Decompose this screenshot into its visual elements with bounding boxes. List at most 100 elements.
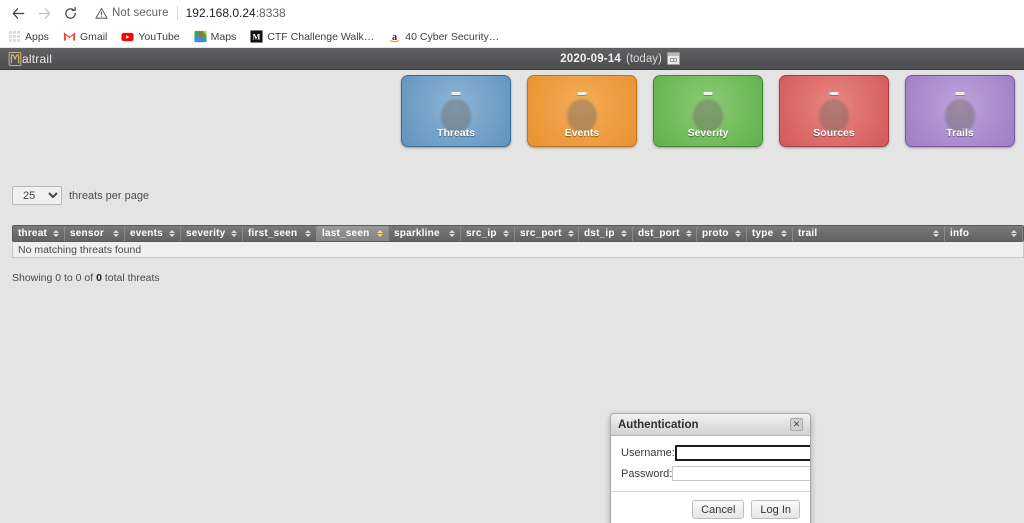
sort-arrows-icon[interactable] [1011,230,1017,237]
maltrail-page: Threats Events Severity Sources Trails 1… [0,70,1024,523]
column-header-threat[interactable]: threat [13,226,65,241]
reload-icon[interactable] [58,1,82,25]
sort-arrows-icon[interactable] [503,230,509,237]
sort-arrows-icon[interactable] [377,230,383,237]
threats-table-empty-row: No matching threats found [12,242,1024,258]
sort-arrows-icon[interactable] [685,230,692,237]
medium-m-glyph: M [250,30,263,43]
panel-label: Threats [437,127,475,139]
password-row: Password: [621,466,810,481]
bookmark-apps[interactable]: Apps [8,30,49,43]
column-header-src-port[interactable]: src_port [515,226,579,241]
bookmark-maps[interactable]: Maps [194,30,237,43]
column-header-type[interactable]: type [747,226,793,241]
panel-dash-icon [829,92,839,95]
gmail-envelope-glyph [63,32,76,41]
threats-table: threat sensor events severity first_seen last… [12,225,1024,284]
column-header-trail[interactable]: trail [793,226,945,241]
bookmark-label: Maps [210,30,237,43]
panel-severity[interactable]: Severity [653,75,763,147]
sort-arrows-icon[interactable] [933,230,939,237]
panel-sources[interactable]: Sources [779,75,889,147]
panel-dash-icon [703,92,713,95]
column-header-severity[interactable]: severity [181,226,243,241]
column-header-label: threat [18,228,47,239]
username-label: Username: [621,447,675,459]
column-header-label: proto [702,228,729,239]
panel-dash-icon [955,92,965,95]
bookmark-label: Apps [25,30,49,43]
maltrail-logo[interactable]: altrail [8,51,52,67]
sort-arrows-icon[interactable] [53,230,59,237]
dialog-body: Username: Password: [611,436,810,492]
amazon-icon: a [388,30,401,43]
per-page-control: 102550100 threats per page [12,186,149,205]
column-header-label: src_ip [466,228,497,239]
column-header-src-ip[interactable]: src_ip [461,226,515,241]
cancel-button[interactable]: Cancel [692,500,745,519]
column-header-proto[interactable]: proto [697,226,747,241]
apps-grid-icon [8,30,21,43]
url-port: :8338 [255,6,286,20]
column-header-last-seen[interactable]: last_seen [317,226,389,241]
column-header-label: dst_ip [584,228,615,239]
bookmark-gmail[interactable]: Gmail [63,30,107,43]
back-icon[interactable] [6,1,30,25]
dialog-title: Authentication [618,418,699,431]
sort-arrows-icon[interactable] [735,230,741,237]
per-page-select[interactable]: 102550100 [12,186,62,205]
column-header-label: first_seen [248,228,298,239]
sort-arrows-icon[interactable] [169,230,175,237]
column-header-dst-port[interactable]: dst_port [633,226,697,241]
column-header-events[interactable]: events [125,226,181,241]
sort-arrows-icon[interactable] [449,230,455,237]
sort-arrows-icon[interactable] [231,230,238,237]
password-input[interactable] [672,466,810,481]
sort-arrows-icon[interactable] [567,230,574,237]
sort-arrows-icon[interactable] [113,230,119,237]
column-header-info[interactable]: info [945,226,1023,241]
bookmark-label: YouTube [138,30,180,43]
bookmarks-bar: Apps Gmail YouTube Maps M CTF Challenge … [0,26,1024,48]
maps-icon [194,30,207,43]
panel-events[interactable]: Events [527,75,637,147]
sort-arrows-icon[interactable] [621,230,627,237]
column-header-label: severity [186,228,226,239]
panel-label: Trails [946,127,974,139]
panel-label: Sources [813,127,855,139]
empty-message: No matching threats found [18,243,142,256]
address-bar[interactable]: Not secure 192.168.0.24:8338 [90,2,1018,24]
calendar-icon[interactable] [666,52,680,65]
amazon-a-glyph: a [390,32,400,43]
column-header-label: sparkline [394,228,440,239]
bookmark-youtube[interactable]: YouTube [121,30,180,43]
medium-icon: M [250,30,263,43]
column-header-label: src_port [520,228,562,239]
header-date-today-label: (today) [626,52,662,65]
sort-arrows-icon[interactable] [781,230,787,237]
column-header-label: dst_port [638,228,680,239]
column-header-label: trail [798,228,818,239]
omnibox-divider [176,6,178,20]
column-header-sparkline[interactable]: sparkline [389,226,461,241]
bookmark-ctf-challenge-walkthrough[interactable]: M CTF Challenge Walk… [250,30,374,43]
column-header-label: last_seen [322,228,370,239]
login-button[interactable]: Log In [751,500,800,519]
threats-table-info: Showing 0 to 0 of 0 total threats [12,272,1024,284]
forward-icon[interactable] [32,1,56,25]
username-input[interactable] [674,445,810,461]
panel-label: Severity [687,127,729,139]
close-icon[interactable]: ✕ [790,418,803,431]
panel-threats[interactable]: Threats [401,75,511,147]
security-status-label: Not secure [112,7,169,19]
column-header-sensor[interactable]: sensor [65,226,125,241]
column-header-dst-ip[interactable]: dst_ip [579,226,633,241]
panel-trails[interactable]: Trails [905,75,1015,147]
sort-arrows-icon[interactable] [305,230,311,237]
bookmark-label: CTF Challenge Walk… [267,30,375,43]
header-date: 2020-09-14 (today) [530,52,710,65]
bookmark-40-cyber-security[interactable]: a 40 Cyber Security… [388,30,499,43]
youtube-icon [121,30,134,43]
dialog-footer: Cancel Log In [611,492,810,523]
column-header-first-seen[interactable]: first_seen [243,226,317,241]
